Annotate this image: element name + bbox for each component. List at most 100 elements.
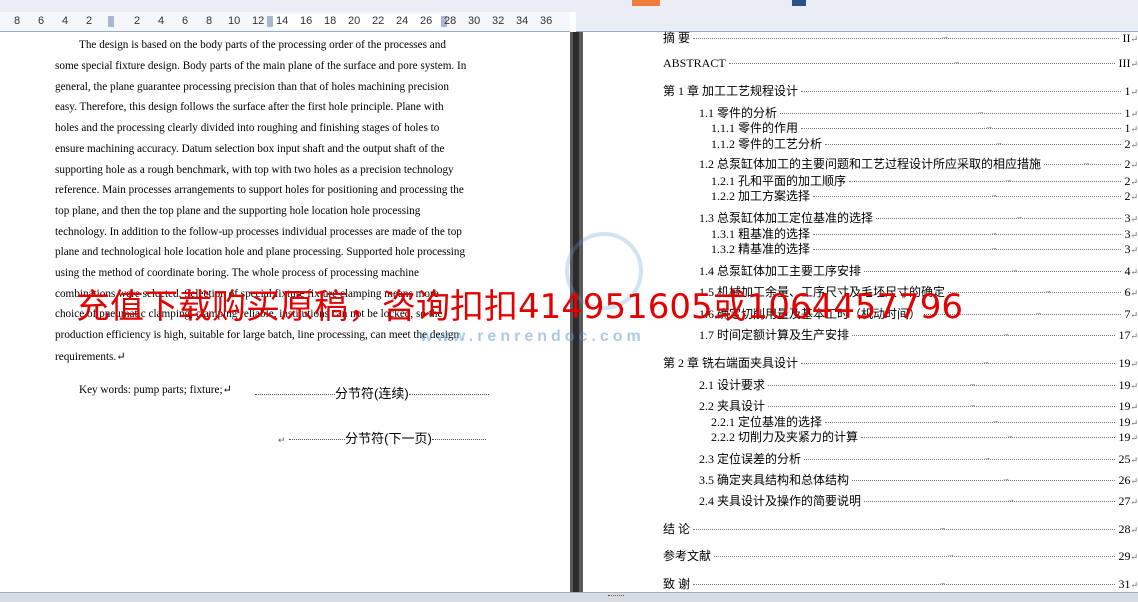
toc-page: 26 xyxy=(1118,473,1138,488)
toc-title: 2.3 定位误差的分析 xyxy=(699,452,802,466)
ruler-number: 20 xyxy=(348,15,361,27)
abstract-line: The design is based on the body parts of… xyxy=(79,39,446,51)
toc-entry[interactable]: 1.1.1 零件的作用 1 xyxy=(711,119,1138,136)
toc-page: 4 xyxy=(1124,264,1138,279)
keywords-line: Key words: pump parts; fixture;↵ xyxy=(79,384,232,396)
ruler-number: 24 xyxy=(396,15,409,27)
section-break-label: 分节符(连续) xyxy=(335,386,409,401)
abstract-line: using the method of coordinate boring. T… xyxy=(55,267,419,279)
toc-leader xyxy=(714,550,1116,559)
toc-entry[interactable]: 1.4 总泵缸体加工主要工序安排 4 xyxy=(699,262,1138,279)
toc-leader xyxy=(693,32,1120,41)
toc-entry[interactable]: 1.1.2 零件的工艺分析 2 xyxy=(711,135,1138,152)
abstract-line: ensure machining accuracy. Datum selecti… xyxy=(55,143,445,155)
ruler-number: 14 xyxy=(276,15,289,27)
ruler-number: 16 xyxy=(300,15,313,27)
horizontal-ruler[interactable]: 8 6 4 2 2 4 6 8 10 12 14 16 18 20 22 24 … xyxy=(0,12,570,32)
section-break-next-page: ↵ 分节符(下一页) xyxy=(278,428,486,447)
toc-entry[interactable]: 2.2 夹具设计 19 xyxy=(699,397,1138,414)
toc-entry[interactable]: 1.7 时间定额计算及生产安排 17 xyxy=(699,326,1138,343)
toc-leader xyxy=(849,175,1122,184)
toc-title: 第 1 章 加工工艺规程设计 xyxy=(663,84,799,98)
abstract-line: some special fixture design. Body parts … xyxy=(55,60,467,72)
window-top-strip xyxy=(0,0,1138,12)
toc-leader xyxy=(864,265,1122,274)
toc-entry[interactable]: 1.2.2 加工方案选择 2 xyxy=(711,187,1138,204)
toc-entry[interactable]: 参考文献 29 xyxy=(663,547,1138,564)
ruler-number: 8 xyxy=(206,15,213,27)
toc-page: 2 xyxy=(1124,137,1138,152)
toc-entry[interactable]: 3.5 确定夹具结构和总体结构 26 xyxy=(699,471,1138,488)
toc-leader xyxy=(693,523,1116,532)
toc-page: 3 xyxy=(1124,211,1138,226)
toc-leader xyxy=(728,57,1116,66)
abstract-line: plane and technological hole location ho… xyxy=(55,246,466,258)
ruler-number: 18 xyxy=(324,15,337,27)
abstract-line: easy. Therefore, this design follows the… xyxy=(55,101,444,113)
ruler-number: 30 xyxy=(468,15,481,27)
toc-title: 1.2.2 加工方案选择 xyxy=(711,189,811,203)
toc-entry[interactable]: 2.4 夹具设计及操作的简要说明 27 xyxy=(699,492,1138,509)
toc-entry[interactable]: 1.3.2 精基准的选择 3 xyxy=(711,240,1138,257)
abstract-line: supporting hole as a rough benchmark, wi… xyxy=(55,164,454,176)
toc-entry[interactable]: 1.2 总泵缸体加工的主要问题和工艺过程设计所应采取的相应措施 2 xyxy=(699,155,1138,172)
toc-title: 结 论 xyxy=(663,522,691,536)
ruler-column-marker[interactable] xyxy=(267,16,273,27)
ruler-number: 10 xyxy=(228,15,241,27)
toc-page: 7 xyxy=(1124,307,1138,322)
abstract-line: general, the plane guarantee processing … xyxy=(55,81,449,93)
toc-title: ABSTRACT xyxy=(663,56,726,70)
ruler-number: 4 xyxy=(158,15,165,27)
toc-page: 1 xyxy=(1124,121,1138,136)
toc-leader xyxy=(801,357,1116,366)
toc-entry[interactable]: 1.3 总泵缸体加工定位基准的选择 3 xyxy=(699,209,1138,226)
section-break-leader xyxy=(255,394,335,396)
toc-page: 2 xyxy=(1124,157,1138,172)
ruler-left-indent-marker[interactable] xyxy=(108,16,114,27)
toc-entry[interactable]: 摘 要 II xyxy=(663,29,1138,46)
toc-page: 3 xyxy=(1124,242,1138,257)
toc-entry[interactable]: ABSTRACT III xyxy=(663,56,1138,71)
toc-entry[interactable]: 2.1 设计要求 19 xyxy=(699,376,1138,393)
toc-leader xyxy=(864,495,1116,504)
toc-leader xyxy=(825,416,1116,425)
scrollbar-grip[interactable] xyxy=(608,595,624,600)
toc-leader xyxy=(861,431,1116,440)
toc-entry[interactable]: 2.3 定位误差的分析 25 xyxy=(699,450,1138,467)
toc-entry[interactable]: 2.2.2 切削力及夹紧力的计算 19 xyxy=(711,428,1138,445)
toc-leader xyxy=(801,85,1122,94)
toc-page: 28 xyxy=(1118,522,1138,537)
toc-page: 31 xyxy=(1118,577,1138,592)
ruler-number: 36 xyxy=(540,15,553,27)
toc-title: 3.5 确定夹具结构和总体结构 xyxy=(699,473,850,487)
toc-entry[interactable]: 第 1 章 加工工艺规程设计 1 xyxy=(663,82,1138,99)
toc-page: 19 xyxy=(1118,399,1138,414)
toolbar-accent-blue xyxy=(792,0,806,6)
toc-title: 1.3.2 精基准的选择 xyxy=(711,242,811,256)
toc-page: 25 xyxy=(1118,452,1138,467)
toc-title: 1.1.2 零件的工艺分析 xyxy=(711,137,823,151)
ruler-number: 6 xyxy=(182,15,189,27)
toc-leader xyxy=(804,453,1116,462)
toc-title: 1.1.1 零件的作用 xyxy=(711,121,799,135)
watermark-url: www.renrendoc.com xyxy=(420,328,645,345)
ruler-number: 8 xyxy=(14,15,21,27)
toc-leader xyxy=(1044,158,1122,167)
section-break-leader xyxy=(408,394,489,396)
toc-entry[interactable]: 结 论 28 xyxy=(663,520,1138,537)
toc-title: 1.3 总泵缸体加工定位基准的选择 xyxy=(699,211,874,225)
toc-title: 参考文献 xyxy=(663,549,712,563)
toc-title: 1.4 总泵缸体加工主要工序安排 xyxy=(699,264,862,278)
toc-page: 19 xyxy=(1118,356,1138,371)
abstract-line: technology. In addition to the follow-up… xyxy=(55,226,462,238)
toc-title: 摘 要 xyxy=(663,31,691,45)
ruler-number: 26 xyxy=(420,15,433,27)
toc-page: 17 xyxy=(1118,328,1138,343)
toc-title: 2.2.2 切削力及夹紧力的计算 xyxy=(711,430,859,444)
toc-page: 6 xyxy=(1124,285,1138,300)
ruler-number: 28 xyxy=(444,15,457,27)
toc-entry[interactable]: 第 2 章 铣右端面夹具设计 19 xyxy=(663,354,1138,371)
toc-leader xyxy=(768,400,1116,409)
toc-entry[interactable]: 致 谢 31 xyxy=(663,575,1138,592)
toc-page: 29 xyxy=(1118,549,1138,564)
